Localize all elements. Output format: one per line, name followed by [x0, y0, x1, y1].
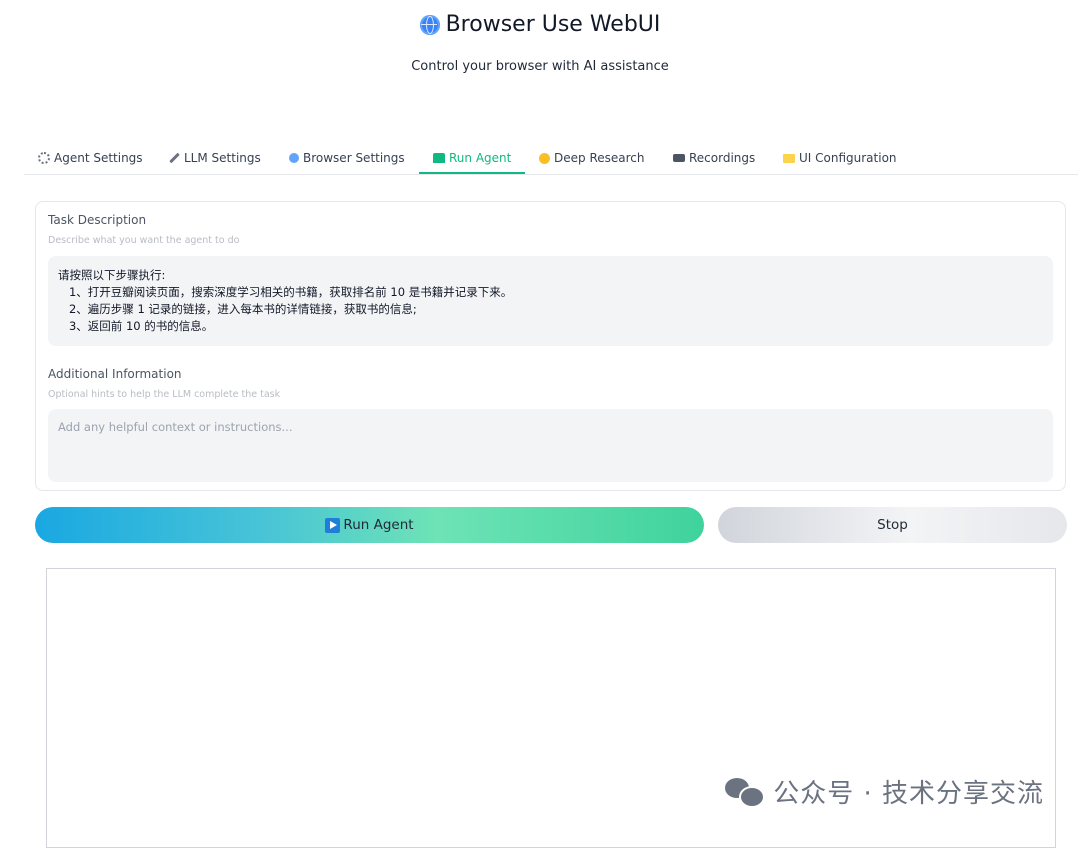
- camera-icon: [673, 154, 685, 162]
- task-description-hint: Describe what you want the agent to do: [48, 235, 240, 246]
- task-line: 2、遍历步骤 1 记录的链接，进入每本书的详情链接，获取书的信息;: [58, 302, 417, 316]
- tab-deep-research[interactable]: Deep Research: [539, 151, 644, 173]
- task-description-input[interactable]: 请按照以下步骤执行: 1、打开豆瓣阅读页面，搜索深度学习相关的书籍，获取排名前 …: [48, 256, 1053, 346]
- tab-run-agent[interactable]: Run Agent: [418, 151, 526, 174]
- wrench-icon: [168, 152, 180, 164]
- additional-information-hint: Optional hints to help the LLM complete …: [48, 389, 281, 400]
- run-agent-label: Run Agent: [343, 517, 414, 533]
- play-icon: [325, 517, 341, 533]
- stop-button[interactable]: Stop: [718, 507, 1067, 543]
- task-line: 3、返回前 10 的书的信息。: [58, 319, 214, 333]
- additional-information-label: Additional Information: [48, 367, 182, 381]
- tab-bar: Agent Settings LLM Settings Browser Sett…: [24, 142, 1078, 175]
- page-title-text: Browser Use WebUI: [445, 12, 661, 37]
- thinking-face-icon: [539, 152, 550, 164]
- task-description-label: Task Description: [48, 213, 147, 227]
- task-line: 1、打开豆瓣阅读页面，搜索深度学习相关的书籍，获取排名前 10 是书籍并记录下来…: [58, 285, 513, 299]
- run-agent-button[interactable]: Run Agent: [35, 507, 704, 543]
- task-panel: Task Description Describe what you want …: [35, 201, 1066, 491]
- folder-icon: [783, 153, 795, 163]
- tab-ui-configuration[interactable]: UI Configuration: [783, 151, 897, 173]
- task-line: 请按照以下步骤执行:: [58, 268, 166, 282]
- watermark-text: 公众号 · 技术分享交流: [773, 779, 1044, 809]
- tab-agent-settings[interactable]: Agent Settings: [38, 151, 143, 173]
- page-title: Browser Use WebUI: [0, 12, 1080, 37]
- watermark: 公众号 · 技术分享交流: [725, 773, 1044, 810]
- tab-recordings[interactable]: Recordings: [673, 151, 755, 173]
- page-subtitle: Control your browser with AI assistance: [411, 59, 669, 74]
- globe-icon: [289, 153, 299, 163]
- tab-browser-settings[interactable]: Browser Settings: [289, 151, 405, 173]
- wechat-icon: [725, 777, 766, 808]
- robot-icon: [433, 153, 445, 163]
- stop-label: Stop: [877, 517, 908, 533]
- additional-information-input[interactable]: Add any helpful context or instructions.…: [48, 409, 1053, 482]
- globe-icon: [419, 14, 440, 35]
- gear-icon: [38, 152, 50, 164]
- tab-llm-settings[interactable]: LLM Settings: [168, 151, 261, 173]
